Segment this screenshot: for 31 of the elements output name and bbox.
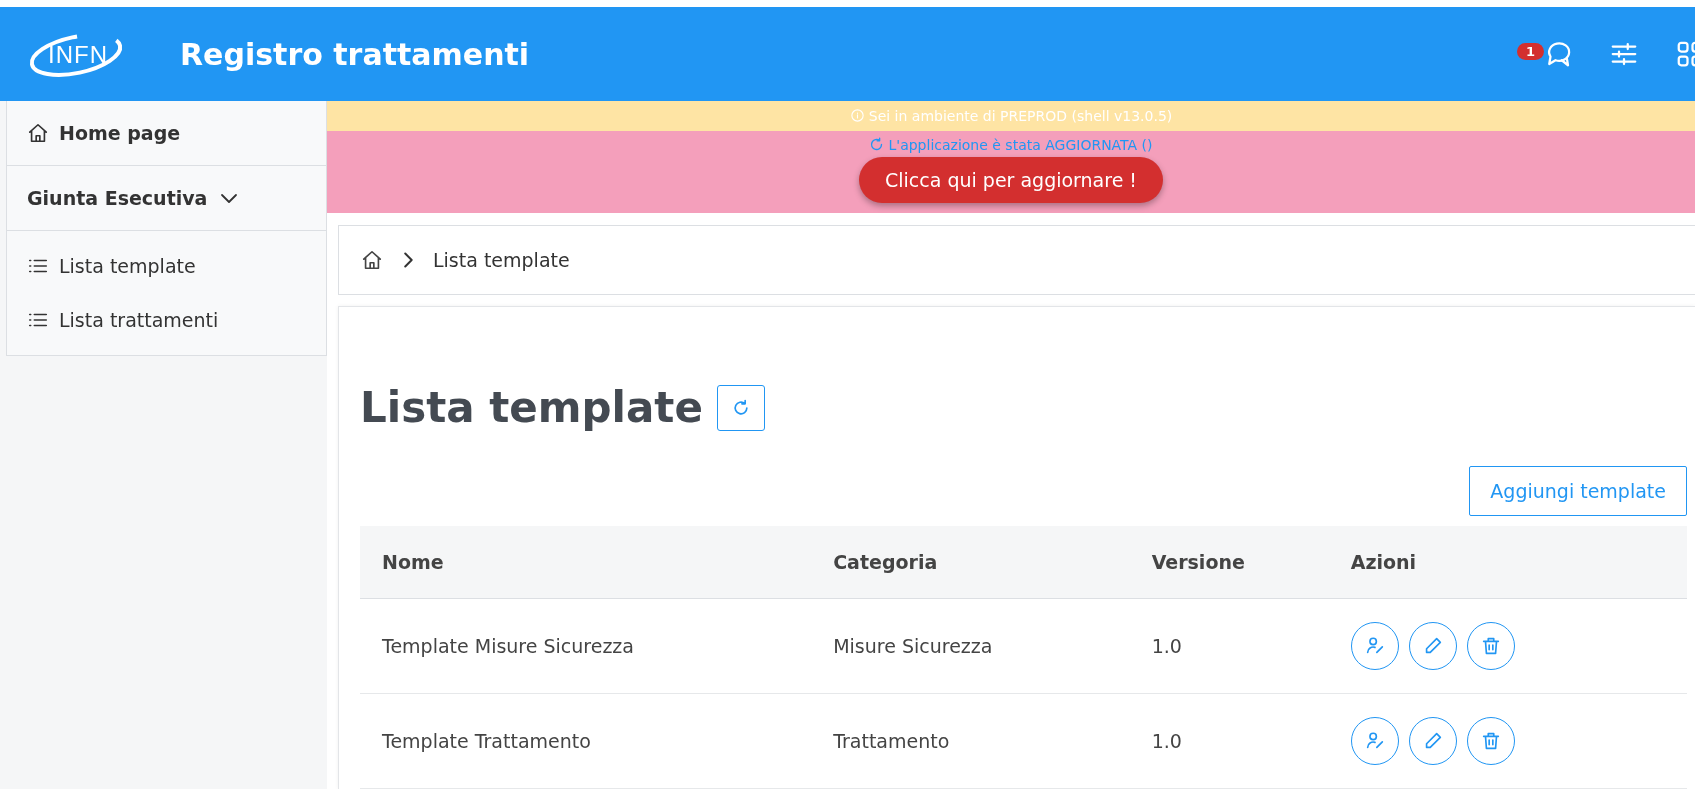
notification-badge: 1 xyxy=(1517,43,1545,60)
table-cell: 1.0 xyxy=(1129,693,1329,789)
info-icon xyxy=(849,108,865,124)
edit-button[interactable] xyxy=(1408,622,1457,670)
environment-text: Sei in ambiente di PREPROD (shell v13.0.5) xyxy=(868,108,1173,124)
breadcrumb-item[interactable]: Lista template xyxy=(433,249,570,272)
assign-button[interactable] xyxy=(1350,622,1399,670)
column-header: Versione xyxy=(1129,526,1329,599)
refresh-button[interactable] xyxy=(716,384,765,431)
sidebar-item[interactable]: Lista trattamenti xyxy=(7,293,326,347)
edit-button[interactable] xyxy=(1408,717,1457,765)
table-cell: Template Misure Sicurezza xyxy=(360,598,812,694)
delete-button[interactable] xyxy=(1466,717,1515,765)
home-icon xyxy=(27,122,49,144)
sidebar-group[interactable]: Giunta Esecutiva xyxy=(7,166,326,231)
home-icon xyxy=(361,249,383,272)
sidebar-item[interactable]: Lista template xyxy=(7,239,326,293)
update-message: L'applicazione è stata AGGIORNATA () xyxy=(888,136,1153,153)
table-cell: Misure Sicurezza xyxy=(811,598,1130,694)
app-title: Registro trattamenti xyxy=(180,36,530,72)
column-header: Nome xyxy=(360,526,812,599)
table-cell: Template Trattamento xyxy=(360,693,812,789)
delete-button[interactable] xyxy=(1466,622,1515,670)
table-cell: 1.0 xyxy=(1129,598,1329,694)
table-cell: Trattamento xyxy=(811,693,1130,789)
column-header: Azioni xyxy=(1328,526,1687,599)
update-button[interactable]: Clicca qui per aggiornare ! xyxy=(859,156,1163,203)
column-header: Categoria xyxy=(811,526,1130,599)
refresh-icon xyxy=(869,137,885,153)
page-title: Lista template xyxy=(360,383,703,432)
assign-button[interactable] xyxy=(1350,717,1399,765)
